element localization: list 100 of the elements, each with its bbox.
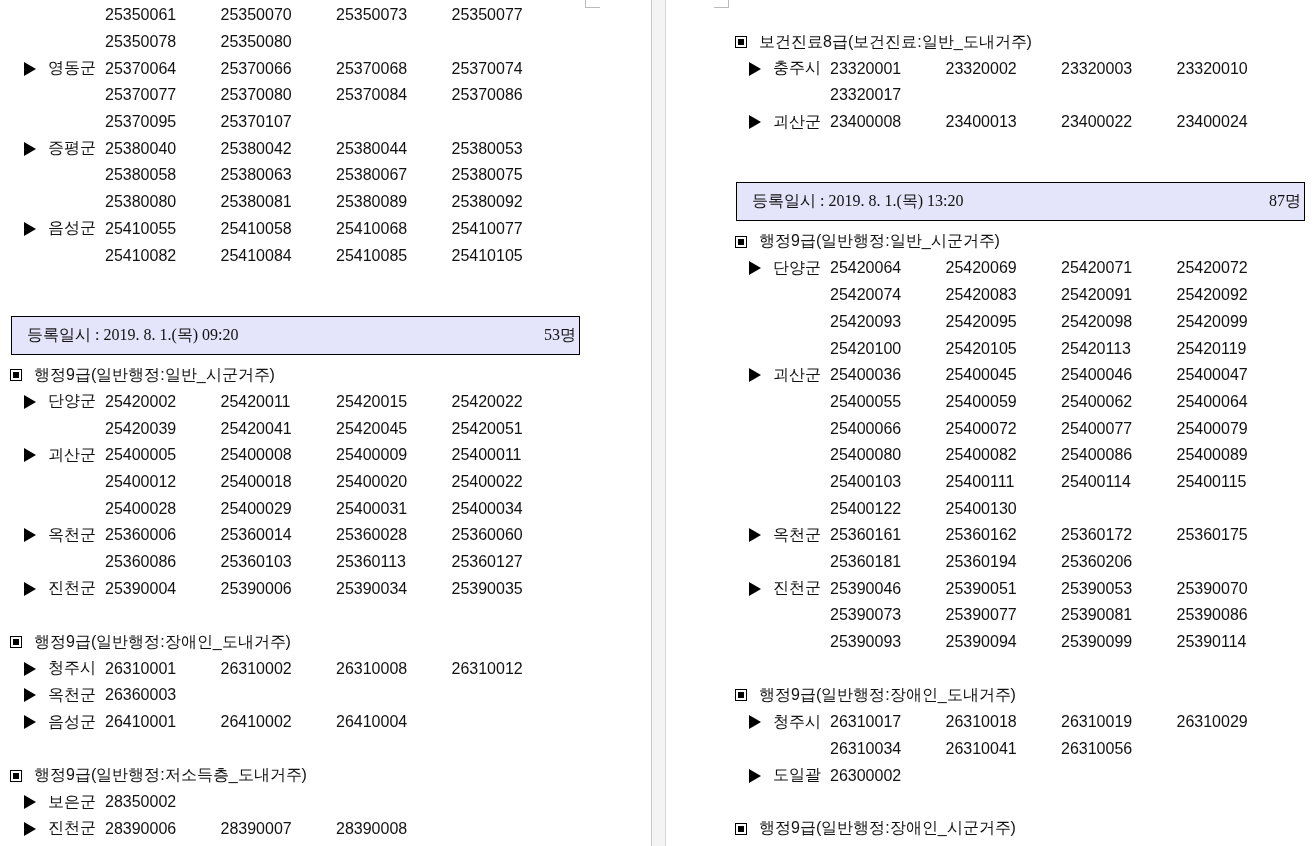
registration-number: 25400082 (945, 446, 1017, 465)
registration-number: 25400011 (451, 446, 522, 465)
triangle-bullet-icon (24, 581, 36, 596)
square-bullet-icon (735, 235, 747, 248)
registration-number: 25420072 (1176, 259, 1248, 278)
registration-number: 25370084 (336, 86, 408, 105)
registration-number: 25390077 (945, 606, 1017, 625)
registration-number: 25400089 (1176, 446, 1248, 465)
registration-number: 25400018 (220, 472, 292, 491)
triangle-bullet-icon (24, 661, 36, 676)
registration-number: 25400066 (830, 419, 902, 438)
square-bullet-icon (10, 769, 22, 782)
triangle-bullet-icon (749, 115, 761, 130)
registration-number: 25400115 (1176, 472, 1247, 491)
category-title: 행정9급(일반행정:장애인_시군거주) (759, 818, 1016, 839)
triangle-bullet-icon (24, 688, 36, 703)
registration-number: 25410077 (451, 219, 523, 238)
registration-number: 25420069 (945, 259, 1017, 278)
district-name: 진천군 (773, 578, 821, 599)
registration-number: 23400013 (945, 113, 1017, 132)
registration-number: 25400059 (945, 392, 1017, 411)
registration-number: 25370077 (105, 86, 177, 105)
registration-number: 25390093 (830, 633, 902, 652)
registration-number: 25400008 (220, 446, 292, 465)
triangle-bullet-icon (24, 528, 36, 543)
registration-number: 25400072 (945, 419, 1017, 438)
triangle-bullet-icon (24, 141, 36, 156)
registration-number: 25410082 (105, 246, 177, 265)
registration-number: 25360194 (945, 553, 1017, 572)
category-title: 행정9급(일반행정:장애인_도내거주) (34, 631, 291, 652)
registration-number: 25400009 (336, 446, 408, 465)
triangle-bullet-icon (749, 61, 761, 76)
registration-number: 26310008 (336, 659, 408, 678)
registration-number: 26410002 (220, 713, 292, 732)
registration-number: 25360206 (1061, 553, 1133, 572)
registration-number: 25360113 (336, 553, 406, 572)
registration-number: 25350061 (105, 6, 177, 25)
category-title: 행정9급(일반행정:일반_시군거주) (34, 364, 275, 385)
district-name: 옥천군 (48, 524, 96, 545)
category-title: 보건진료8급(보건진료:일반_도내거주) (759, 31, 1032, 52)
registration-number: 25400047 (1176, 366, 1248, 385)
registration-number: 25390051 (945, 579, 1017, 598)
registration-number: 25400046 (1061, 366, 1133, 385)
registration-number: 25390099 (1061, 633, 1133, 652)
registration-number: 25390070 (1176, 579, 1248, 598)
registration-number: 23320002 (945, 59, 1017, 78)
registration-number: 25380089 (336, 193, 408, 212)
square-bullet-icon (735, 822, 747, 835)
registration-number: 25400077 (1061, 419, 1133, 438)
registration-number: 25400103 (830, 472, 902, 491)
registration-number: 25400064 (1176, 392, 1248, 411)
district-name: 음성군 (48, 711, 96, 732)
registration-number: 25370066 (220, 59, 292, 78)
district-name: 단양군 (773, 257, 821, 278)
registration-number: 25420091 (1061, 286, 1133, 305)
square-bullet-icon (735, 36, 747, 49)
registration-number: 25360181 (830, 553, 902, 572)
registration-number: 25390094 (945, 633, 1017, 652)
registration-number: 26310041 (945, 739, 1017, 758)
registration-number: 25420071 (1061, 259, 1133, 278)
category-title: 행정9급(일반행정:장애인_도내거주) (759, 684, 1016, 705)
registration-number: 25420011 (220, 392, 291, 411)
triangle-bullet-icon (749, 581, 761, 596)
registration-number: 25350073 (336, 6, 408, 25)
registration-number: 25410084 (220, 246, 292, 265)
registration-number: 25410058 (220, 219, 292, 238)
square-bullet-icon (10, 636, 22, 649)
registration-number: 25360103 (220, 553, 292, 572)
registration-number: 25380075 (451, 166, 523, 185)
registration-number: 25390006 (220, 579, 292, 598)
registration-number: 26300002 (830, 766, 902, 785)
registration-number: 28350002 (105, 793, 177, 812)
registration-number: 25420100 (830, 339, 902, 358)
registration-number: 25400055 (830, 392, 902, 411)
registration-number: 25400086 (1061, 446, 1133, 465)
registration-number: 25400034 (451, 499, 523, 518)
registration-number: 25400114 (1061, 472, 1131, 491)
registration-number: 25370107 (220, 113, 292, 132)
district-name: 보은군 (48, 791, 96, 812)
registration-number: 25420039 (105, 419, 177, 438)
triangle-bullet-icon (749, 368, 761, 383)
registration-count: 87명 (1269, 191, 1301, 212)
registration-number: 25380063 (220, 166, 292, 185)
registration-number: 25390073 (830, 606, 902, 625)
registration-number: 23400008 (830, 113, 902, 132)
registration-number: 25400080 (830, 446, 902, 465)
registration-number: 25400029 (220, 499, 292, 518)
registration-number: 25370064 (105, 59, 177, 78)
registration-number: 25380044 (336, 139, 408, 158)
registration-number: 25420099 (1176, 312, 1248, 331)
registration-number: 26360003 (105, 686, 177, 705)
triangle-bullet-icon (24, 795, 36, 810)
registration-number: 25400062 (1061, 392, 1133, 411)
registration-number: 25400020 (336, 472, 408, 491)
registration-number: 25360127 (451, 553, 523, 572)
category-title: 행정9급(일반행정:일반_시군거주) (759, 231, 1000, 252)
district-name: 청주시 (773, 711, 821, 732)
district-name: 진천군 (48, 818, 96, 839)
district-name: 도일괄 (773, 765, 821, 786)
registration-number: 25400079 (1176, 419, 1248, 438)
